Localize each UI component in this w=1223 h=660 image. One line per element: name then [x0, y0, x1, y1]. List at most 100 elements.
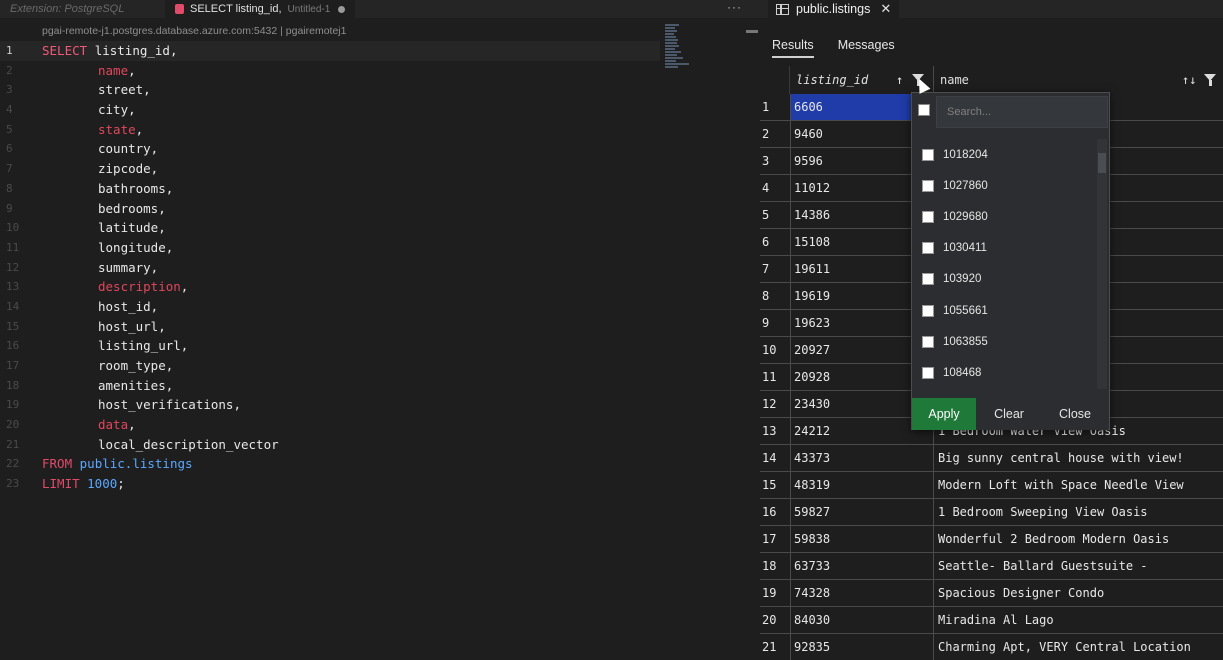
code-line[interactable]: 5 state,	[0, 120, 660, 140]
close-button[interactable]: Close	[1042, 398, 1108, 430]
code-line[interactable]: 4 city,	[0, 100, 660, 120]
query-file-tab[interactable]: SELECT listing_id, Untitled-1	[165, 0, 356, 18]
code-text: amenities,	[98, 376, 173, 396]
cell-name[interactable]: Big sunny central house with view!	[934, 445, 1223, 471]
code-line[interactable]: 10 latitude,	[0, 218, 660, 238]
clear-button[interactable]: Clear	[976, 398, 1042, 430]
code-line[interactable]: 15 host_url,	[0, 317, 660, 337]
code-text: description,	[98, 277, 188, 297]
more-actions-icon[interactable]: ···	[727, 0, 742, 14]
filter-option-checkbox[interactable]	[922, 242, 934, 255]
table-row[interactable]: 15 48319 Modern Loft with Space Needle Vie…	[760, 472, 1223, 499]
filter-option-checkbox[interactable]	[922, 179, 934, 192]
filter-option[interactable]: 1055661	[912, 295, 1097, 326]
cell-listing-id[interactable]: 43373	[790, 445, 934, 471]
cell-name[interactable]: Spacious Designer Condo	[934, 580, 1223, 606]
code-text: bedrooms,	[98, 199, 166, 219]
cell-listing-id[interactable]: 92835	[790, 634, 934, 660]
filter-option[interactable]: 1018204	[912, 139, 1097, 170]
row-number: 18	[762, 559, 777, 573]
code-line[interactable]: 13 description,	[0, 277, 660, 297]
filter-option[interactable]: 1029680	[912, 201, 1097, 232]
filter-option[interactable]: 103920	[912, 264, 1097, 295]
code-line[interactable]: 1 SELECT listing_id,	[0, 41, 660, 61]
minimap[interactable]	[665, 24, 697, 74]
code-token: room_type,	[98, 358, 174, 373]
filter-option-checkbox[interactable]	[922, 304, 934, 317]
code-token: LIMIT	[42, 476, 88, 492]
column-header-listing-id[interactable]: listing_id ↑	[790, 66, 934, 94]
sort-ascending-icon[interactable]: ↑	[896, 66, 903, 94]
cell-listing-id[interactable]: 84030	[790, 607, 934, 633]
editor-scrollbar[interactable]	[746, 30, 758, 33]
filter-option-checkbox[interactable]	[922, 148, 934, 161]
line-number: 5	[6, 122, 13, 136]
cell-name[interactable]: Miradina Al Lago	[934, 607, 1223, 633]
sort-icon[interactable]: ↑↓	[1182, 66, 1196, 94]
code-line[interactable]: 18 amenities,	[0, 376, 660, 396]
filter-option-checkbox[interactable]	[922, 273, 934, 286]
cell-listing-id[interactable]: 59827	[790, 499, 934, 525]
line-number: 18	[6, 378, 20, 392]
filter-option[interactable]: 1030411	[912, 233, 1097, 264]
column-header-name[interactable]: name ↑↓	[934, 66, 1223, 94]
code-line[interactable]: 16 listing_url,	[0, 336, 660, 356]
close-icon[interactable]: ✕	[880, 1, 891, 17]
code-line[interactable]: 21 local_description_vector	[0, 435, 660, 455]
code-line[interactable]: 12 summary,	[0, 258, 660, 278]
filter-option[interactable]: 108468	[912, 357, 1097, 388]
cell-name[interactable]: Charming Apt, VERY Central Location	[934, 634, 1223, 660]
tab-messages[interactable]: Messages	[838, 38, 895, 58]
scrollbar-thumb[interactable]	[1098, 153, 1106, 173]
filter-option[interactable]: 1063855	[912, 326, 1097, 357]
code-line[interactable]: 22 FROM public.listings	[0, 454, 660, 474]
tab-results[interactable]: Results	[772, 38, 814, 58]
cell-listing-id[interactable]: 48319	[790, 472, 934, 498]
code-line[interactable]: 23 LIMIT 1000;	[0, 474, 660, 494]
code-token: description	[98, 279, 181, 295]
code-line[interactable]: 7 zipcode,	[0, 159, 660, 179]
code-line[interactable]: 9 bedrooms,	[0, 199, 660, 219]
cell-listing-id[interactable]: 59838	[790, 526, 934, 552]
extension-tab-label: Extension: PostgreSQL	[10, 3, 125, 15]
table-row[interactable]: 17 59838 Wonderful 2 Bedroom Modern Oasis	[760, 526, 1223, 553]
results-tab[interactable]: public.listings ✕	[768, 0, 900, 18]
panel-tabs: Results Messages	[772, 38, 895, 58]
cell-name[interactable]: Wonderful 2 Bedroom Modern Oasis	[934, 526, 1223, 552]
code-line[interactable]: 8 bathrooms,	[0, 179, 660, 199]
filter-list-scrollbar[interactable]	[1097, 139, 1107, 389]
sql-code-editor[interactable]: 1 SELECT listing_id, 2 name, 3 street, 4 city, 5…	[0, 41, 660, 494]
cell-listing-id[interactable]: 74328	[790, 580, 934, 606]
cell-name[interactable]: 1 Bedroom Sweeping View Oasis	[934, 499, 1223, 525]
code-line[interactable]: 2 name,	[0, 61, 660, 81]
code-line[interactable]: 17 room_type,	[0, 356, 660, 376]
code-line[interactable]: 20 data,	[0, 415, 660, 435]
select-all-checkbox[interactable]	[918, 104, 930, 116]
extension-tab[interactable]: Extension: PostgreSQL	[0, 0, 165, 18]
filter-search-input[interactable]: Search...	[936, 96, 1108, 128]
table-row[interactable]: 14 43373 Big sunny central house with view…	[760, 445, 1223, 472]
line-number: 17	[6, 359, 20, 372]
table-row[interactable]: 20 84030 Miradina Al Lago	[760, 607, 1223, 634]
table-row[interactable]: 18 63733 Seattle- Ballard Guestsuite -	[760, 553, 1223, 580]
cell-name[interactable]: Seattle- Ballard Guestsuite -	[934, 553, 1223, 579]
filter-option-checkbox[interactable]	[922, 210, 934, 223]
code-line[interactable]: 11 longitude,	[0, 238, 660, 258]
apply-button[interactable]: Apply	[912, 398, 976, 430]
filter-option-checkbox[interactable]	[922, 335, 934, 348]
cell-name[interactable]: Modern Loft with Space Needle View	[934, 472, 1223, 498]
table-row[interactable]: 19 74328 Spacious Designer Condo	[760, 580, 1223, 607]
code-line[interactable]: 6 country,	[0, 139, 660, 159]
code-line[interactable]: 19 host_verifications,	[0, 395, 660, 415]
unsaved-dot-icon[interactable]	[338, 5, 346, 13]
filter-option-checkbox[interactable]	[922, 366, 934, 379]
code-line[interactable]: 14 host_id,	[0, 297, 660, 317]
filter-option[interactable]: 1027860	[912, 170, 1097, 201]
filter-options-list: 1018204 1027860 1029680 1030411 103920 105566…	[912, 139, 1097, 389]
row-number: 4	[762, 181, 770, 195]
table-row[interactable]: 16 59827 1 Bedroom Sweeping View Oasis	[760, 499, 1223, 526]
table-row[interactable]: 21 92835 Charming Apt, VERY Central Locati…	[760, 634, 1223, 660]
row-number-header	[760, 66, 790, 94]
code-line[interactable]: 3 street,	[0, 80, 660, 100]
cell-listing-id[interactable]: 63733	[790, 553, 934, 579]
